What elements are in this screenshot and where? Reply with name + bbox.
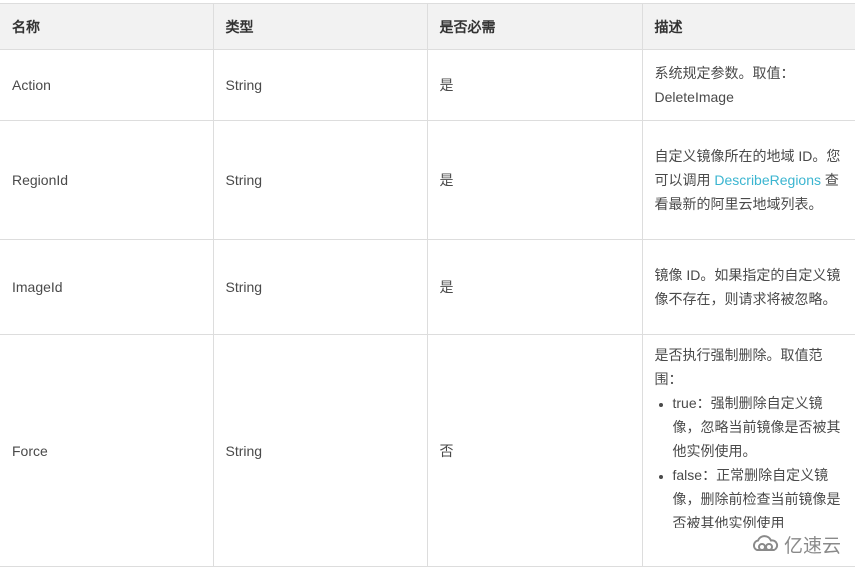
param-name: ImageId (0, 239, 214, 335)
header-required: 是否必需 (426, 3, 643, 50)
param-required: 否 (426, 334, 643, 567)
header-name: 名称 (0, 3, 214, 50)
describe-regions-link[interactable]: DescribeRegions (714, 172, 821, 188)
description-content: 是否执行强制删除。取值范围： true：强制删除自定义镜像，忽略当前镜像是否被其… (655, 335, 846, 528)
param-name: Action (0, 49, 214, 121)
option-item: true：强制删除自定义镜像，忽略当前镜像是否被其他实例使用。 (673, 391, 846, 463)
header-description: 描述 (641, 3, 855, 50)
param-required: 是 (426, 120, 643, 240)
param-description: 镜像 ID。如果指定的自定义镜像不存在，则请求将被忽略。 (641, 239, 855, 335)
param-type: String (212, 334, 428, 567)
description-text: 是否执行强制删除。取值范围： (654, 347, 823, 387)
param-name: Force (0, 334, 214, 567)
watermark: 亿速云 (749, 531, 843, 558)
param-type: String (212, 49, 428, 121)
watermark-text: 亿速云 (783, 536, 841, 557)
table-row: ImageId String 是 镜像 ID。如果指定的自定义镜像不存在，则请求… (0, 239, 855, 335)
option-item: false：正常删除自定义镜像，删除前检查当前镜像是否被其他实例使用 (673, 463, 846, 528)
param-type: String (212, 120, 428, 240)
value-options-list: true：强制删除自定义镜像，忽略当前镜像是否被其他实例使用。 false：正常… (655, 391, 846, 528)
param-required: 是 (426, 49, 643, 121)
param-description: 系统规定参数。取值：DeleteImage (641, 49, 855, 121)
param-name: RegionId (0, 120, 214, 240)
header-type: 类型 (212, 3, 428, 50)
cloud-logo-icon (752, 534, 780, 555)
param-required: 是 (426, 239, 643, 335)
table-row: Action String 是 系统规定参数。取值：DeleteImage (0, 49, 855, 121)
param-type: String (212, 239, 428, 335)
parameters-table: 名称 类型 是否必需 描述 Action String 是 系统规定参数。取值：… (0, 3, 855, 567)
param-description: 自定义镜像所在的地域 ID。您可以调用 DescribeRegions 查看最新… (641, 120, 855, 240)
table-row: Force String 否 是否执行强制删除。取值范围： true：强制删除自… (0, 334, 855, 567)
table-row: RegionId String 是 自定义镜像所在的地域 ID。您可以调用 De… (0, 120, 855, 240)
table-header-row: 名称 类型 是否必需 描述 (0, 3, 855, 50)
